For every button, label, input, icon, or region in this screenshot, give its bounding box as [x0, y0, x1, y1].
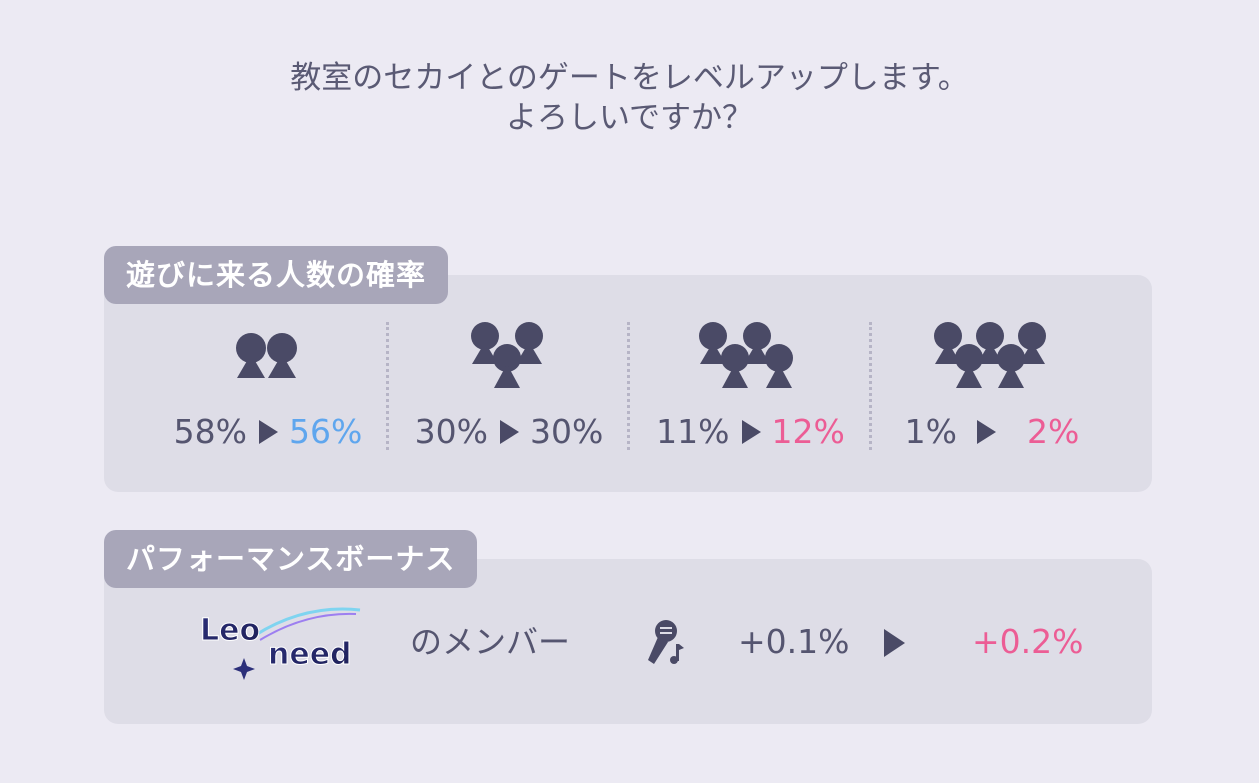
- probability-before: 58%: [173, 412, 247, 451]
- five-people-icon: [934, 322, 1046, 388]
- probability-before: 30%: [414, 412, 488, 451]
- probability-after: 12%: [771, 412, 845, 451]
- arrow-right-icon: [500, 420, 519, 444]
- confirm-message: 教室のセカイとのゲートをレベルアップします。 よろしいですか？: [0, 58, 1259, 138]
- visitor-probability-label: 遊びに来る人数の確率: [104, 246, 449, 304]
- visitor-values: 11% 12%: [632, 410, 869, 454]
- probability-after: 30%: [530, 412, 604, 451]
- message-line-2: よろしいですか？: [505, 100, 754, 136]
- svg-text:Leo: Leo: [200, 613, 260, 648]
- bonus-after: +0.2%: [972, 622, 1084, 661]
- column-separator: [869, 322, 872, 450]
- probability-after: 56%: [289, 412, 363, 451]
- visitor-column-4: 11% 12%: [632, 318, 869, 454]
- message-line-1: 教室のセカイとのゲートをレベルアップします。: [290, 60, 969, 96]
- bonus-before: +0.1%: [738, 622, 850, 661]
- arrow-right-icon: [977, 420, 996, 444]
- visitor-values: 1% 2%: [874, 410, 1110, 454]
- arrow-right-icon: [741, 420, 761, 444]
- visitor-column-5: 1% 2%: [874, 318, 1110, 454]
- two-people-icon: [236, 333, 297, 378]
- visitor-column-3: 30% 30%: [391, 318, 627, 454]
- performance-bonus-label: パフォーマンスボーナス: [104, 530, 478, 588]
- leo-need-logo: Leo need: [200, 607, 361, 680]
- three-people-icon: [471, 322, 543, 388]
- visitor-column-2: 58% 56%: [150, 318, 386, 454]
- arrow-right-icon: [884, 629, 905, 657]
- performance-bonus-row: Leo need のメンバー +0.1% +0.2%: [104, 600, 1152, 686]
- arrow-right-icon: [259, 420, 278, 444]
- microphone-icon: [648, 620, 684, 664]
- column-separator: [627, 322, 630, 450]
- member-label: のメンバー: [410, 623, 571, 661]
- visitor-values: 30% 30%: [391, 410, 627, 454]
- probability-before: 1%: [904, 412, 957, 451]
- column-separator: [386, 322, 389, 450]
- four-people-icon: [699, 322, 793, 388]
- svg-text:need: need: [268, 637, 352, 672]
- visitor-values: 58% 56%: [150, 410, 386, 454]
- probability-before: 11%: [656, 412, 730, 451]
- probability-after: 2%: [1027, 412, 1080, 451]
